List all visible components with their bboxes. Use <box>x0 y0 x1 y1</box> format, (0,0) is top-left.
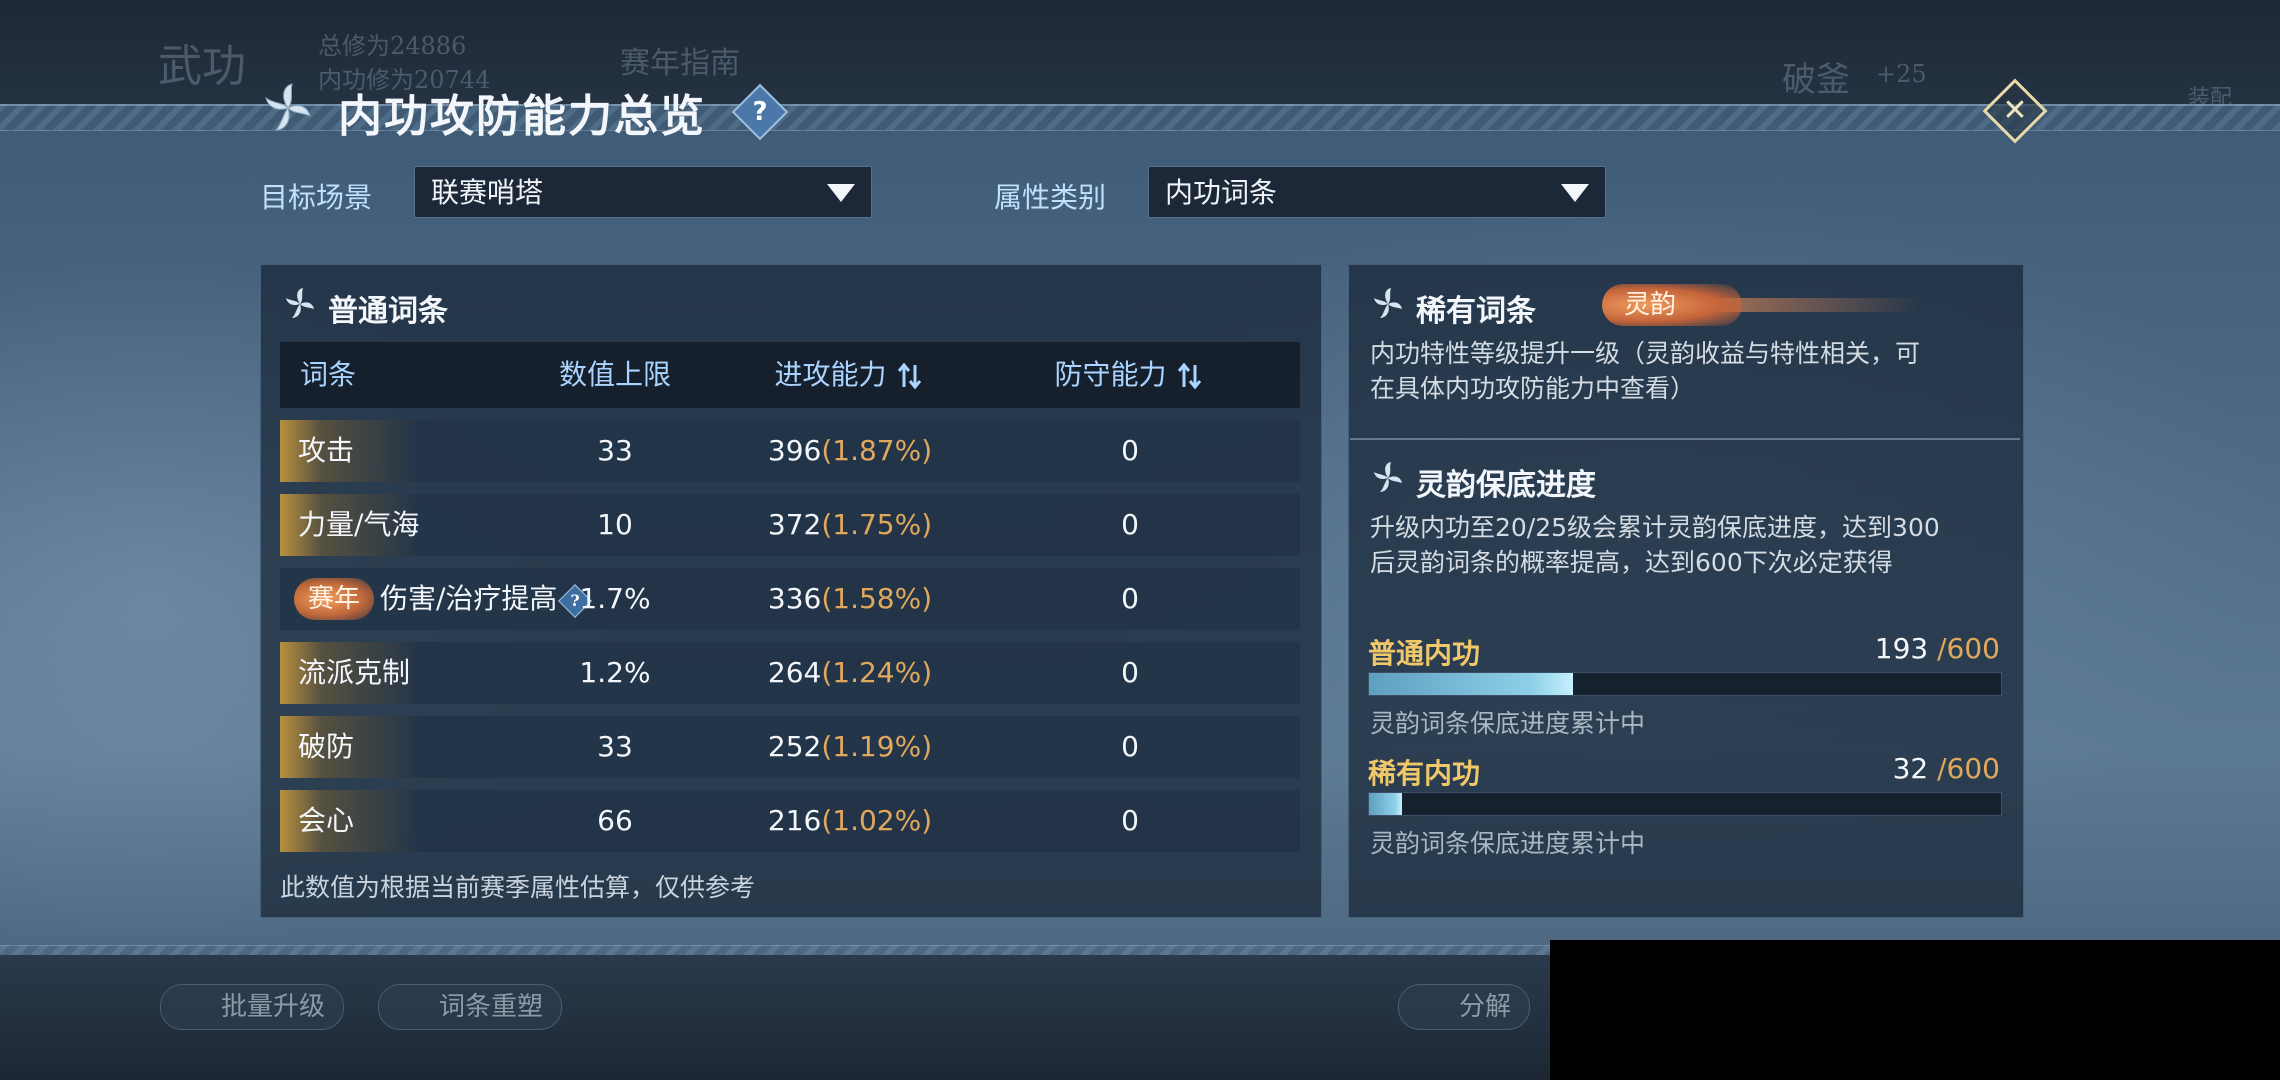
attack-value: 372 <box>767 508 822 541</box>
table-header: 词条 数值上限 进攻能力 防守能力 <box>280 342 1300 408</box>
scene-value: 联赛哨塔 <box>431 176 544 209</box>
progress-fill <box>1369 793 1403 815</box>
season-badge: 赛年 <box>294 578 375 620</box>
rare-desc-line2: 在具体内功攻防能力中查看） <box>1370 374 1696 403</box>
entry-attack: 372(1.75%) <box>720 494 980 556</box>
category-label: 属性类别 <box>994 181 1107 214</box>
entry-defense: 0 <box>1121 434 1139 467</box>
entry-attack: 216(1.02%) <box>720 790 980 852</box>
entry-max: 33 <box>597 730 633 763</box>
attack-percent: (1.58%) <box>821 582 933 615</box>
progress-bar <box>1368 792 2002 816</box>
progress-value: 32 /600 <box>1800 752 2000 785</box>
guarantee-title: 灵韵保底进度 <box>1416 468 1596 503</box>
attack-percent: (1.87%) <box>821 434 933 467</box>
progress-bar <box>1368 672 2002 696</box>
help-glyph: ? <box>752 97 768 127</box>
column-header-defense[interactable]: 防守能力 <box>1000 342 1260 408</box>
entry-max: 1.7% <box>579 582 651 615</box>
entry-max: 33 <box>597 434 633 467</box>
column-header-attack[interactable]: 进攻能力 <box>720 342 980 408</box>
progress-label: 普通内功 <box>1368 637 1481 670</box>
attack-percent: (1.19%) <box>821 730 933 763</box>
estimate-note: 此数值为根据当前赛季属性估算，仅供参考 <box>280 873 756 902</box>
attack-header-label: 进攻能力 <box>774 358 887 391</box>
table-row: 会心 66 216(1.02%) 0 <box>280 790 1300 852</box>
table-row: 破防 33 252(1.19%) 0 <box>280 716 1300 778</box>
attack-value: 396 <box>767 434 822 467</box>
modal-title: 内功攻防能力总览 <box>338 91 706 142</box>
sort-icon[interactable] <box>895 361 925 391</box>
progress-max: /600 <box>1928 752 2000 785</box>
entry-attack: 336(1.58%) <box>720 568 980 630</box>
guide-button[interactable]: 赛年指南 <box>620 38 740 82</box>
section-divider <box>1350 438 2020 440</box>
table-row: 流派克制 1.2% 264(1.24%) 0 <box>280 642 1300 704</box>
entry-defense: 0 <box>1121 804 1139 837</box>
progress-note: 灵韵词条保底进度累计中 <box>1370 709 1646 738</box>
scene-dropdown[interactable]: 联赛哨塔 <box>414 166 872 218</box>
attack-value: 216 <box>767 804 822 837</box>
lingyun-badge: 灵韵 <box>1602 284 1742 326</box>
attack-percent: (1.24%) <box>821 656 933 689</box>
total-cultivation: 总修为24886 <box>318 32 467 60</box>
progress-value: 193 /600 <box>1800 632 2000 665</box>
entry-name: 攻击 <box>298 434 355 467</box>
batch-upgrade-button[interactable]: 批量升级 <box>160 984 345 1030</box>
entry-name: 流派克制 <box>298 656 411 689</box>
entry-attack: 396(1.87%) <box>720 420 980 482</box>
lotus-icon <box>1374 288 1402 318</box>
lotus-icon <box>286 288 314 318</box>
reshape-button[interactable]: 词条重塑 <box>378 984 563 1030</box>
entry-attack: 264(1.24%) <box>720 642 980 704</box>
table-row: 力量/气海 10 372(1.75%) 0 <box>280 494 1300 556</box>
table-row: 赛年 伤害/治疗提高? 1.7% 336(1.58%) 0 <box>280 568 1300 630</box>
skill-name: 破釜 <box>1782 60 1850 100</box>
attack-percent: (1.02%) <box>821 804 933 837</box>
guarantee-desc-line1: 升级内功至20/25级会累计灵韵保底进度，达到300 <box>1370 513 1940 542</box>
entry-defense: 0 <box>1121 508 1139 541</box>
column-header-name: 词条 <box>300 358 357 391</box>
attack-value: 252 <box>767 730 822 763</box>
decompose-button[interactable]: 分解 <box>1398 984 1531 1030</box>
entry-defense: 0 <box>1121 730 1139 763</box>
rare-entries-title: 稀有词条 <box>1416 294 1536 329</box>
defense-header-label: 防守能力 <box>1054 358 1167 391</box>
entry-name: 力量/气海 <box>298 508 420 541</box>
entry-attack: 252(1.19%) <box>720 716 980 778</box>
guarantee-desc-line2: 后灵韵词条的概率提高，达到600下次必定获得 <box>1370 548 1893 577</box>
progress-note: 灵韵词条保底进度累计中 <box>1370 829 1646 858</box>
category-dropdown[interactable]: 内功词条 <box>1148 166 1606 218</box>
category-value: 内功词条 <box>1165 176 1278 209</box>
column-header-max: 数值上限 <box>558 358 671 391</box>
rare-desc-line1: 内功特性等级提升一级（灵韵收益与特性相关，可 <box>1370 339 1921 368</box>
section-title: 武功 <box>158 41 246 92</box>
progress-label: 稀有内功 <box>1368 757 1481 790</box>
chevron-down-icon <box>1561 184 1589 202</box>
entry-max: 10 <box>597 508 633 541</box>
common-entries-title: 普通词条 <box>328 294 448 329</box>
entry-max: 66 <box>597 804 633 837</box>
occlusion-block <box>1550 940 2280 1080</box>
entry-name: 会心 <box>298 804 355 837</box>
lotus-icon <box>265 83 311 131</box>
entry-defense: 0 <box>1121 582 1139 615</box>
entry-defense: 0 <box>1121 656 1139 689</box>
attack-value: 336 <box>767 582 822 615</box>
lotus-icon <box>1374 462 1402 492</box>
progress-current: 193 <box>1874 632 1929 665</box>
chevron-down-icon <box>827 184 855 202</box>
scene-label: 目标场景 <box>260 181 373 214</box>
entry-name: 破防 <box>298 730 355 763</box>
attack-percent: (1.75%) <box>821 508 933 541</box>
progress-fill <box>1369 673 1573 695</box>
sort-icon[interactable] <box>1175 361 1205 391</box>
close-icon: ✕ <box>2002 93 2028 128</box>
progress-max: /600 <box>1928 632 2000 665</box>
table-row: 攻击 33 396(1.87%) 0 <box>280 420 1300 482</box>
skill-bonus: +25 <box>1876 60 1927 88</box>
attack-value: 264 <box>767 656 822 689</box>
entry-max: 1.2% <box>579 656 651 689</box>
progress-current: 32 <box>1892 752 1929 785</box>
